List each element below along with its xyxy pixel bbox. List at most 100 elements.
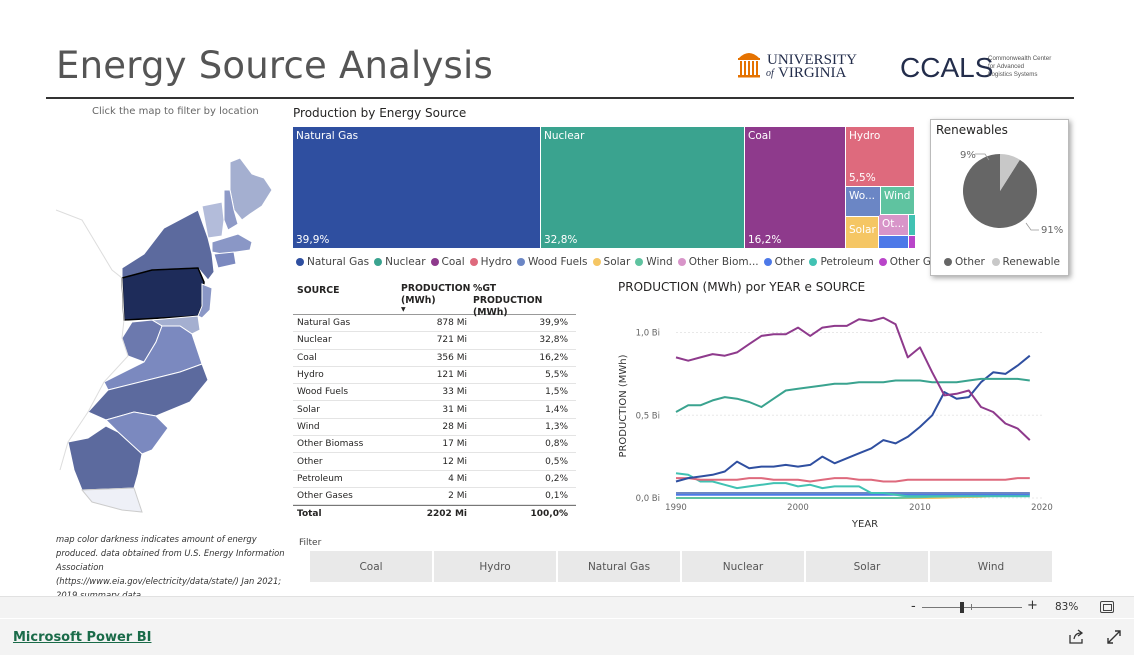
legend-item[interactable]: Wood Fuels [516,256,588,268]
row-pct: 1,5% [545,387,568,398]
svg-text:Logistics Systems: Logistics Systems [988,71,1038,78]
zoom-out-button[interactable]: - [911,599,916,614]
renewables-pie[interactable]: 9% 91% [931,142,1070,247]
tile-wood-fuels[interactable]: Wo... [846,187,881,217]
power-bi-link[interactable]: Microsoft Power BI [13,630,151,645]
header-pct[interactable]: %GT PRODUCTION (MWh) [469,283,572,318]
legend-item[interactable]: Hydro [469,256,512,268]
tile-other-gases[interactable] [909,236,916,249]
legend-dot [374,257,383,266]
share-icon[interactable] [1068,629,1084,645]
x-tick-label: 1990 [665,503,687,513]
y-tick-label: 0,5 Bi [636,411,660,421]
legend-dot-other [944,257,952,266]
legend-item[interactable]: Natural Gas [296,256,369,268]
legend-label-other: Other [955,256,985,268]
filter-slicer: Coal Hydro Natural Gas Nuclear Solar Wind [310,551,1054,582]
legend-item[interactable]: Other [763,256,805,268]
tile-coal[interactable]: Coal 16,2% [745,127,846,249]
series-line-natural-gas[interactable] [675,354,1031,483]
series-line-hydro[interactable] [676,477,1030,483]
tile-label: Nuclear [544,130,585,142]
state-florida[interactable] [80,487,143,513]
tile-hydro[interactable]: Hydro 5,5% [846,127,915,187]
state-map[interactable] [52,150,282,520]
legend-dot [469,257,478,266]
filter-button-coal[interactable]: Coal [310,551,432,582]
legend-label: Coal [441,256,465,268]
legend-dot [763,257,772,266]
state-maine[interactable] [229,157,273,221]
table-row[interactable]: Wood Fuels 33 Mi 1,5% [293,384,576,402]
tile-natural-gas[interactable]: Natural Gas 39,9% [293,127,541,249]
row-pct: 0,8% [545,439,568,450]
legend-item[interactable]: Solar [592,256,630,268]
table-row[interactable]: Other Gases 2 Mi 0,1% [293,488,576,506]
header-pct-line1: %GT PRODUCTION [473,283,543,306]
row-production: 17 Mi [442,439,467,450]
filter-button-solar[interactable]: Solar [806,551,928,582]
legend-item[interactable]: Petroleum [809,256,874,268]
filter-button-nuclear[interactable]: Nuclear [682,551,804,582]
tile-pct: 16,2% [748,234,782,246]
row-production: 33 Mi [442,387,467,398]
legend-item[interactable]: Nuclear [374,256,426,268]
table-row[interactable]: Hydro 121 Mi 5,5% [293,367,576,385]
filter-button-wind[interactable]: Wind [930,551,1052,582]
zoom-level: 83% [1055,601,1079,613]
fit-to-page-icon[interactable] [1100,601,1114,613]
tile-other-biomass[interactable]: Ot... [879,215,909,236]
table-row[interactable]: Petroleum 4 Mi 0,2% [293,471,576,488]
filter-button-hydro[interactable]: Hydro [434,551,556,582]
ccals-logo: CCALS Commonwealth Center for Advanced L… [900,52,1051,82]
table-row[interactable]: Solar 31 Mi 1,4% [293,401,576,419]
table-row[interactable]: Nuclear 721 Mi 32,8% [293,332,576,350]
table-row[interactable]: Coal 356 Mi 16,2% [293,350,576,367]
legend-item[interactable]: Coal [430,256,465,268]
row-source: Solar [297,404,320,415]
legend-item[interactable]: Other Biom... [677,256,759,268]
title-divider [46,97,1074,99]
zoom-slider-track[interactable] [922,607,1022,608]
row-source: Other [297,456,323,467]
row-production: 2 Mi [448,491,467,502]
legend-dot [878,257,887,266]
table-row[interactable]: Wind 28 Mi 1,3% [293,419,576,437]
legend-label: Hydro [480,256,512,268]
tile-wind[interactable]: Wind [881,187,915,215]
table-header: SOURCE PRODUCTION (MWh) ▼ %GT PRODUCTION… [293,283,576,318]
zoom-in-button[interactable]: + [1027,598,1038,613]
tile-label: Wo... [849,190,876,202]
legend-label: Other Biom... [688,256,759,268]
header-production[interactable]: PRODUCTION (MWh) ▼ [397,283,470,314]
line-chart[interactable]: 0,0 Bi 0,5 Bi 1,0 Bi 1990 2000 2010 2020 YEAR PR… [612,276,1064,534]
state-pennsylvania[interactable] [121,267,205,321]
renewables-card: Renewables 9% 91% Other Renewable [930,119,1069,276]
zoom-slider-thumb[interactable] [960,602,964,613]
tile-solar[interactable]: Solar [846,217,879,249]
row-source: Wood Fuels [297,387,349,398]
fullscreen-icon[interactable] [1106,629,1122,645]
table-row[interactable]: Other 12 Mi 0,5% [293,453,576,471]
tile-other[interactable] [879,236,909,249]
page-title: Energy Source Analysis [56,44,493,87]
y-tick-label: 1,0 Bi [636,329,660,339]
legend-item[interactable]: Wind [635,256,673,268]
header-source[interactable]: SOURCE [293,283,397,314]
filter-button-natural-gas[interactable]: Natural Gas [558,551,680,582]
legend-label: Other [774,256,805,268]
table-row[interactable]: Natural Gas 878 Mi 39,9% [293,315,576,333]
tile-label: Ot... [882,218,905,230]
row-pct: 0,5% [545,456,568,467]
row-production: 28 Mi [442,421,467,432]
state-connecticut[interactable] [213,251,237,269]
legend-dot [516,257,525,266]
production-table: SOURCE PRODUCTION (MWh) ▼ %GT PRODUCTION… [293,283,576,523]
tile-petroleum[interactable] [909,215,916,236]
x-tick-label: 2020 [1031,503,1053,513]
legend-label: Wood Fuels [527,256,588,268]
table-row[interactable]: Other Biomass 17 Mi 0,8% [293,436,576,454]
series-line-nuclear[interactable] [675,377,1030,413]
tile-nuclear[interactable]: Nuclear 32,8% [541,127,745,249]
total-pct: 100,0% [530,509,569,520]
